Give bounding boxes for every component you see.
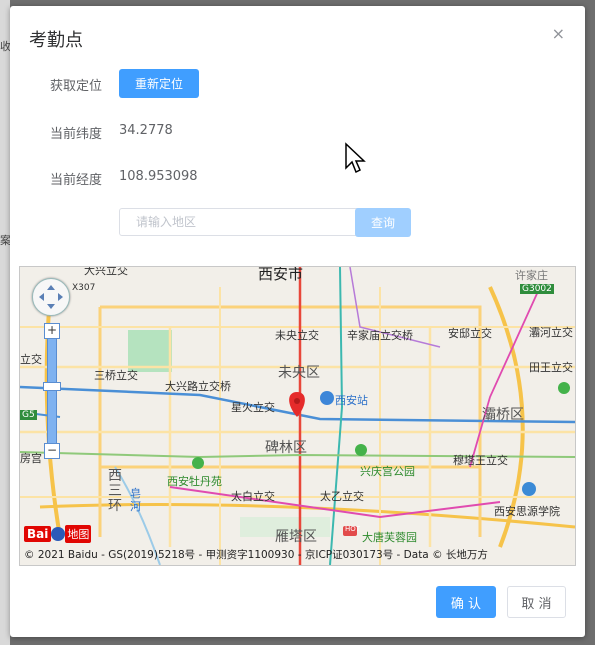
map-label: HOT <box>345 525 361 533</box>
region-search-input[interactable] <box>119 208 365 236</box>
map-label: 辛家庙立交桥 <box>347 329 413 342</box>
confirm-button[interactable]: 确 认 <box>436 586 496 618</box>
background-page: 收 案 <box>0 0 11 645</box>
map-label: 太乙立交 <box>320 490 364 503</box>
map-label: 未央区 <box>278 365 320 381</box>
zoom-in-button[interactable]: + <box>44 323 60 339</box>
longitude-value: 108.953098 <box>119 169 198 184</box>
map-label: 田王立交 <box>529 361 573 374</box>
map-label: 雁塔区 <box>275 529 317 545</box>
baidu-logo-map-text: 地图 <box>65 525 92 543</box>
map-label: 灞河立交 <box>529 326 573 339</box>
baidu-logo-text: Bai <box>24 526 52 542</box>
map-label: 星火立交 <box>231 401 275 414</box>
zoom-out-button[interactable]: − <box>44 443 60 459</box>
map-label: 房宫 <box>20 452 42 465</box>
map-label: 兴庆宫公园 <box>360 465 415 478</box>
map-label: G5 <box>20 410 37 420</box>
map-label: 大唐芙蓉园 <box>362 531 417 544</box>
dialog-title: 考勤点 <box>29 30 83 51</box>
baidu-paw-icon <box>51 526 66 541</box>
map-label: 大兴路立交桥 <box>165 380 231 393</box>
map-label: 灞桥区 <box>482 407 524 423</box>
cancel-button[interactable]: 取 消 <box>507 586 566 618</box>
latitude-label: 当前纬度 <box>50 127 103 142</box>
map-label: G3002 <box>520 284 554 294</box>
map-copyright: © 2021 Baidu - GS(2019)5218号 - 甲测资字11009… <box>24 549 488 561</box>
map-label: 西安市 <box>258 266 304 283</box>
map-label: 碑林区 <box>265 440 307 456</box>
map-label: X307 <box>72 283 96 293</box>
close-icon[interactable]: × <box>552 24 565 43</box>
pan-arrows-icon <box>39 285 63 309</box>
map-label: 太白立交 <box>231 490 275 503</box>
park-area <box>128 330 172 372</box>
map-label: 西三环 <box>108 468 122 514</box>
query-button[interactable]: 查询 <box>355 208 411 237</box>
mouse-cursor-icon <box>345 142 366 174</box>
map-view[interactable]: 西安市 未央区 碑林区 灞桥区 雁塔区 西三环 未央立交 辛家庙立交桥 安邸立交… <box>19 266 576 566</box>
map-label: 西安牡丹苑 <box>167 475 222 488</box>
map-label: 西安站 <box>335 394 368 407</box>
latitude-value: 34.2778 <box>119 123 173 138</box>
map-label: 皂河 <box>130 487 141 513</box>
map-label: 西安思源学院 <box>494 505 560 518</box>
map-pan-control[interactable] <box>32 278 70 316</box>
map-label: 未央立交 <box>275 329 319 342</box>
longitude-label: 当前经度 <box>50 173 103 188</box>
attendance-point-dialog: 考勤点 × 获取定位 重新定位 当前纬度 34.2778 当前经度 108.95… <box>10 6 585 637</box>
map-label: 三桥立交 <box>94 369 138 382</box>
map-label: 安邸立交 <box>448 327 492 340</box>
relocate-button[interactable]: 重新定位 <box>119 69 199 98</box>
baidu-map-logo: Bai 地图 <box>24 523 92 543</box>
map-label: 许家庄 <box>515 269 548 282</box>
locate-label: 获取定位 <box>50 79 103 94</box>
zoom-slider-handle[interactable] <box>43 382 61 391</box>
map-label: 大兴立交 <box>84 266 128 277</box>
map-label: 穆塔王立交 <box>453 454 508 467</box>
map-label: 立交 <box>20 353 42 366</box>
